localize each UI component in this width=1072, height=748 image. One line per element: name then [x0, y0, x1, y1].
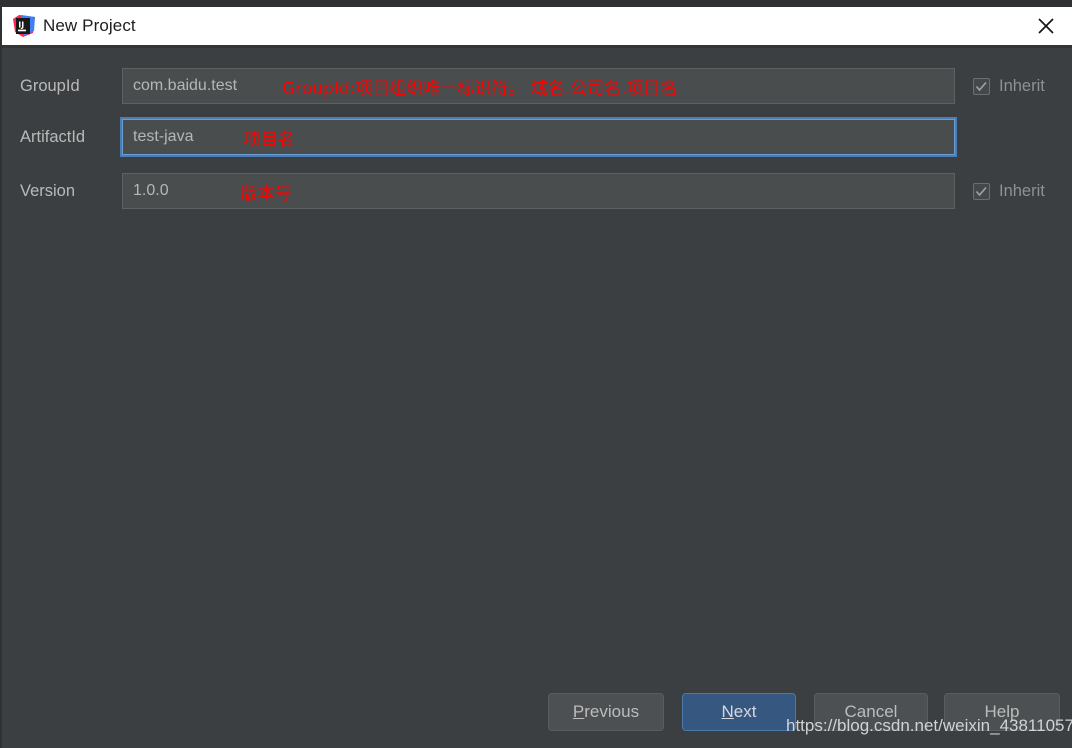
next-mnemonic: N — [721, 702, 734, 721]
groupid-inherit-label: Inherit — [999, 76, 1045, 95]
form-row-groupid: GroupId com.baidu.test GroupId:项目组织唯一标识符… — [2, 68, 1072, 104]
artifactid-value: test-java — [133, 128, 194, 145]
artifactid-input[interactable]: test-java 项目名 — [122, 119, 955, 155]
next-button[interactable]: Next — [682, 693, 796, 731]
previous-button[interactable]: Previous — [548, 693, 664, 731]
version-inherit-label: Inherit — [999, 181, 1045, 200]
groupid-input[interactable]: com.baidu.test GroupId:项目组织唯一标识符。 域名.公司名… — [122, 68, 955, 104]
label-groupid: GroupId — [20, 76, 80, 95]
checkmark-icon — [973, 77, 990, 95]
annotation-artifactid: 项目名 — [243, 129, 295, 150]
intellij-idea-icon: IJ — [13, 15, 35, 37]
groupid-value: com.baidu.test — [133, 77, 238, 94]
annotation-version: 版本号 — [240, 183, 292, 204]
groupid-field-wrap: com.baidu.test GroupId:项目组织唯一标识符。 域名.公司名… — [122, 68, 955, 104]
label-artifactid: ArtifactId — [20, 127, 86, 146]
dialog-button-bar: Previous Next Cancel Help — [2, 693, 1072, 748]
close-icon[interactable] — [1020, 7, 1072, 45]
form-row-version: Version 1.0.0 版本号 Inherit — [2, 173, 1072, 209]
titlebar-content: IJ New Project — [2, 15, 1020, 37]
version-input[interactable]: 1.0.0 版本号 — [122, 173, 955, 209]
previous-label-rest: revious — [584, 702, 640, 721]
previous-mnemonic: P — [572, 702, 585, 721]
checkmark-icon — [973, 182, 990, 200]
svg-text:IJ: IJ — [18, 21, 24, 30]
help-button[interactable]: Help — [944, 693, 1060, 731]
next-label-rest: ext — [733, 702, 757, 721]
annotation-groupid: GroupId:项目组织唯一标识符。 域名.公司名.项目名 — [282, 78, 678, 99]
label-version: Version — [20, 181, 76, 200]
form-row-artifactid: ArtifactId test-java 项目名 — [2, 119, 1072, 155]
artifactid-field-wrap: test-java 项目名 — [122, 119, 955, 155]
version-field-wrap: 1.0.0 版本号 — [122, 173, 955, 209]
version-value: 1.0.0 — [133, 182, 169, 199]
cancel-button[interactable]: Cancel — [814, 693, 928, 731]
groupid-inherit-checkbox[interactable]: Inherit — [973, 77, 1045, 96]
new-project-dialog: IJ New Project GroupId com.baidu.test Gr… — [0, 0, 1072, 748]
titlebar: IJ New Project — [2, 7, 1072, 45]
cancel-label: Cancel — [844, 702, 898, 721]
version-inherit-checkbox[interactable]: Inherit — [973, 182, 1045, 201]
help-label: Help — [984, 702, 1020, 721]
window-title: New Project — [43, 16, 136, 35]
dialog-content: GroupId com.baidu.test GroupId:项目组织唯一标识符… — [2, 48, 1072, 748]
window-frame-top — [0, 0, 1072, 7]
